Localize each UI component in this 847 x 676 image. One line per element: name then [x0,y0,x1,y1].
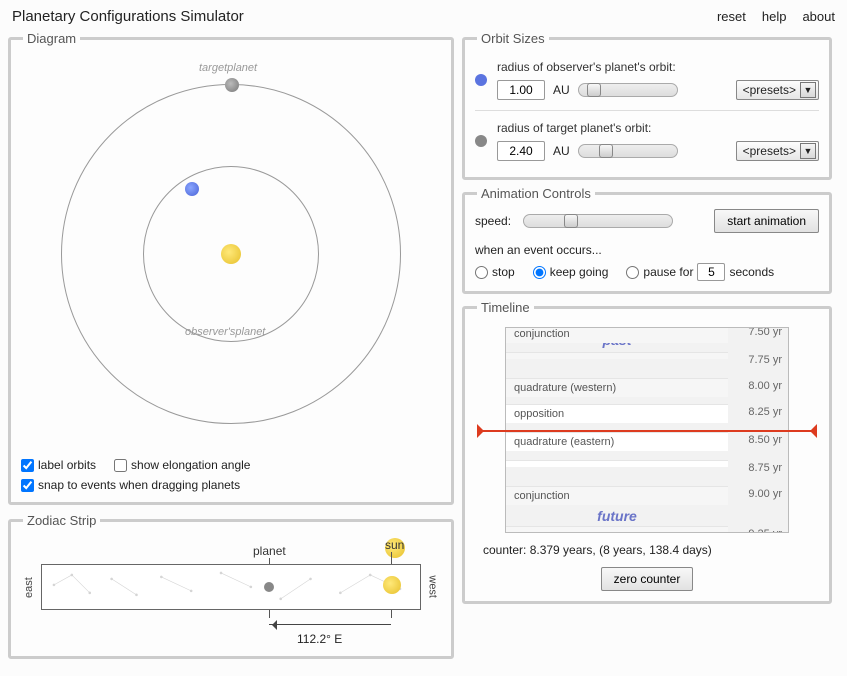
timeline-legend: Timeline [477,300,534,315]
timeline-row[interactable] [506,460,728,467]
timeline-time: 7.75 yr [748,354,782,366]
target-dot-icon [475,135,487,147]
timeline-time: 8.25 yr [748,406,782,418]
zodiac-east-label: east [23,577,35,598]
event-occurs-label: when an event occurs... [475,243,819,257]
observer-radius-label: radius of observer's planet's orbit: [497,60,819,74]
target-radius-label: radius of target planet's orbit: [497,121,819,135]
timeline-row[interactable] [506,352,728,359]
start-animation-button[interactable]: start animation [714,209,819,233]
timeline-time: 8.75 yr [748,462,782,474]
zodiac-sun-label: sun [385,538,405,558]
target-planet[interactable] [225,78,239,92]
target-radius-input[interactable] [497,141,545,161]
zodiac-west-label: west [427,575,439,598]
timeline-row[interactable]: quadrature (western) [506,378,728,397]
speed-label: speed: [475,214,511,228]
observer-orbit-label: observer'splanet [185,326,265,338]
timeline-row[interactable]: quadrature (eastern) [506,432,728,451]
timeline-now-marker [477,430,817,432]
observer-unit: AU [553,83,570,97]
pause-seconds-input[interactable] [697,263,725,281]
constellation-icon [42,565,420,610]
timeline-row[interactable]: opposition [506,404,728,423]
animation-panel: Animation Controls speed: start animatio… [462,186,832,294]
zodiac-planet-label: planet [253,544,267,558]
observer-radius-input[interactable] [497,80,545,100]
timeline-row[interactable]: conjunction [506,327,728,343]
timeline-time: 9.25 yr [748,528,782,533]
reset-link[interactable]: reset [717,9,746,24]
observer-radius-slider[interactable] [578,83,678,97]
target-radius-slider[interactable] [578,144,678,158]
timeline-row[interactable] [506,526,728,533]
zodiac-sun-dot [383,576,401,594]
counter-text: counter: 8.379 years, (8 years, 138.4 da… [483,543,811,557]
observer-dot-icon [475,74,487,86]
label-orbits-checkbox[interactable]: label orbits [21,458,96,472]
zodiac-strip[interactable] [41,564,421,610]
diagram-canvas[interactable]: targetplanet observer'splanet [21,54,441,454]
timeline-time: 7.50 yr [748,327,782,338]
timeline-time: 8.00 yr [748,380,782,392]
zodiac-angle-value: 112.2° E [297,632,342,646]
target-orbit-label: targetplanet [199,62,257,74]
snap-to-events-checkbox[interactable]: snap to events when dragging planets [21,478,240,492]
timeline-time: 9.00 yr [748,488,782,500]
target-unit: AU [553,144,570,158]
sun-icon [221,244,241,264]
help-link[interactable]: help [762,9,787,24]
zodiac-legend: Zodiac Strip [23,513,100,528]
animation-legend: Animation Controls [477,186,595,201]
event-keep-radio[interactable]: keep going [533,265,609,279]
timeline-time: 8.50 yr [748,434,782,446]
observer-presets-dropdown[interactable]: <presets> ▼ [736,80,819,100]
zodiac-planet-dot [264,582,274,592]
timeline-row[interactable]: conjunction [506,486,728,505]
diagram-panel: Diagram targetplanet observer'splanet la… [8,31,454,505]
timeline-panel: Timeline past future conjunction7.50 yr7… [462,300,832,604]
speed-slider[interactable] [523,214,673,228]
zero-counter-button[interactable]: zero counter [601,567,694,591]
zodiac-angle-arrow [269,618,391,632]
zodiac-panel: Zodiac Strip east west planet sun [8,513,454,659]
target-presets-dropdown[interactable]: <presets> ▼ [736,141,819,161]
event-stop-radio[interactable]: stop [475,265,515,279]
observer-planet[interactable] [185,182,199,196]
orbit-sizes-legend: Orbit Sizes [477,31,549,46]
about-link[interactable]: about [802,9,835,24]
timeline-future-label: future [506,508,728,524]
event-pause-radio[interactable]: pause for seconds [626,263,774,281]
chevron-down-icon[interactable]: ▼ [800,82,816,98]
chevron-down-icon[interactable]: ▼ [800,143,816,159]
diagram-legend: Diagram [23,31,80,46]
app-title: Planetary Configurations Simulator [12,8,244,25]
orbit-sizes-panel: Orbit Sizes radius of observer's planet'… [462,31,832,180]
show-elongation-checkbox[interactable]: show elongation angle [114,458,250,472]
